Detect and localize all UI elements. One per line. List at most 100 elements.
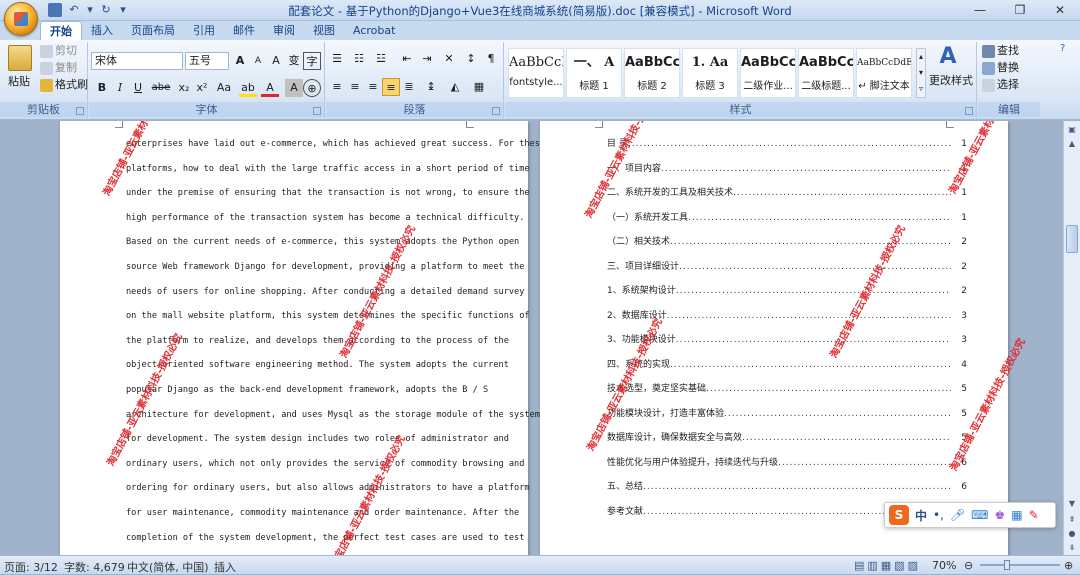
line-spacing-icon[interactable]: ↨ — [422, 78, 440, 96]
increase-indent-icon[interactable]: ⇥ — [418, 50, 436, 68]
style-level2-assignment[interactable]: AaBbCcI 二级作业... — [740, 48, 796, 98]
toc-entry[interactable]: 四、系统的实现4 — [607, 360, 967, 371]
enclose-char-button[interactable]: 字 — [303, 52, 321, 70]
decrease-indent-icon[interactable]: ⇤ — [398, 50, 416, 68]
bullets-icon[interactable]: ☰ — [328, 50, 346, 68]
style-fontstyle[interactable]: AaBbCcI fontstyle... — [508, 48, 564, 98]
chinese-layout-icon[interactable]: ✕ — [440, 50, 458, 68]
ime-settings-icon[interactable]: ✎ — [1029, 508, 1039, 522]
show-marks-icon[interactable]: ¶ — [482, 50, 500, 68]
tab-references[interactable]: 引用 — [184, 21, 224, 40]
minimize-button[interactable]: — — [960, 0, 1000, 20]
toc-entry[interactable]: 五、总结 6 — [607, 482, 967, 493]
font-size-select[interactable]: 五号 — [185, 52, 229, 70]
align-left-icon[interactable]: ≡ — [328, 78, 346, 96]
styles-launcher-icon[interactable] — [965, 107, 973, 115]
scroll-thumb[interactable] — [1066, 225, 1078, 253]
zoom-slider[interactable] — [980, 564, 1060, 566]
toc-entry[interactable]: 1、系统架构设计 2 — [607, 286, 967, 297]
style-footnote-text[interactable]: AaBbCcDdEe ↵ 脚注文本 — [856, 48, 912, 98]
skin-icon[interactable]: ♚ — [994, 508, 1005, 522]
styles-scroll-icon[interactable]: ▴ ▾ ▿ — [916, 48, 926, 98]
toc-entry[interactable]: 技术选型，奠定坚实基础5 — [607, 384, 967, 395]
clipboard-launcher-icon[interactable] — [76, 107, 84, 115]
numbering-icon[interactable]: ☷ — [350, 50, 368, 68]
find-button[interactable]: 查找 — [982, 44, 1019, 58]
subscript-button[interactable]: x₂ — [175, 79, 193, 97]
zoom-slider-thumb[interactable] — [1004, 560, 1010, 570]
toc-entry[interactable]: 二、系统开发的工具及相关技术1 — [607, 188, 967, 199]
cut-button[interactable]: 剪切 — [40, 44, 77, 58]
format-painter-button[interactable]: 格式刷 — [40, 78, 88, 92]
tab-page-layout[interactable]: 页面布局 — [122, 21, 184, 40]
toc-entry[interactable]: 性能优化与用户体验提升，持续迭代与升级6 — [607, 458, 967, 469]
redo-icon[interactable]: ↻ — [97, 2, 115, 18]
tab-mailings[interactable]: 邮件 — [224, 21, 264, 40]
paste-icon[interactable] — [8, 45, 32, 71]
help-icon[interactable]: ? — [1060, 42, 1065, 56]
align-right-icon[interactable]: ≡ — [364, 78, 382, 96]
zoom-in-icon[interactable]: ⊕ — [1064, 559, 1073, 572]
toc-entry[interactable]: 功能模块设计，打造丰富体验 5 — [607, 409, 967, 420]
justify-icon[interactable]: ≡ — [382, 78, 400, 96]
copy-button[interactable]: 复制 — [40, 61, 77, 75]
view-buttons[interactable]: ▤▥▦▧▨ — [854, 559, 921, 572]
italic-button[interactable]: I — [111, 79, 129, 97]
change-styles-icon[interactable]: A — [935, 44, 961, 70]
browse-object-icon[interactable]: ● — [1065, 527, 1079, 541]
underline-button[interactable]: U — [129, 79, 147, 97]
tab-view[interactable]: 视图 — [304, 21, 344, 40]
font-name-select[interactable]: 宋体 — [91, 52, 183, 70]
distribute-icon[interactable]: ≣ — [400, 78, 418, 96]
paragraph-launcher-icon[interactable] — [492, 107, 500, 115]
shading-icon[interactable]: ◭ — [446, 78, 464, 96]
superscript-button[interactable]: x² — [193, 79, 211, 97]
paste-button[interactable]: 粘贴 — [8, 75, 30, 89]
highlight-button[interactable]: ab — [239, 79, 257, 97]
insert-mode-indicator[interactable]: 插入 — [214, 559, 236, 575]
prev-page-icon[interactable]: ⇞ — [1065, 513, 1079, 527]
toc-entry[interactable]: 三、项目详细设计 2 — [607, 262, 967, 273]
word-count[interactable]: 字数: 4,679 — [64, 559, 125, 575]
toc-entry[interactable]: 3、功能模块设计3 — [607, 335, 967, 346]
change-case-button[interactable]: Aa — [213, 79, 235, 97]
strikethrough-button[interactable]: abe — [149, 79, 173, 97]
tab-insert[interactable]: 插入 — [82, 21, 122, 40]
style-heading-2[interactable]: AaBbCc 标题 2 — [624, 48, 680, 98]
replace-button[interactable]: 替换 — [982, 61, 1019, 75]
sogou-logo-icon[interactable]: S — [889, 505, 909, 525]
shrink-font-button[interactable]: A — [249, 52, 267, 70]
align-center-icon[interactable]: ≡ — [346, 78, 364, 96]
undo-dropdown-icon[interactable]: ▾ — [86, 2, 94, 18]
toc-entry[interactable]: 数据库设计，确保数据安全与高效5 — [607, 433, 967, 444]
sort-icon[interactable]: ↕ — [462, 50, 480, 68]
multilevel-list-icon[interactable]: ☳ — [372, 50, 390, 68]
close-button[interactable]: ✕ — [1040, 0, 1080, 20]
grow-font-button[interactable]: A — [231, 52, 249, 70]
tab-review[interactable]: 审阅 — [264, 21, 304, 40]
font-color-button[interactable]: A — [261, 79, 279, 97]
toc-entry[interactable]: （一）系统开发工具 1 — [607, 213, 967, 224]
borders-icon[interactable]: ▦ — [470, 78, 488, 96]
font-launcher-icon[interactable] — [313, 107, 321, 115]
zoom-level[interactable]: 70% — [932, 559, 956, 572]
zoom-out-icon[interactable]: ⊖ — [964, 559, 973, 572]
style-level2-title[interactable]: AaBbCcI 二级标题... — [798, 48, 854, 98]
language-indicator[interactable]: 中文(简体, 中国) — [127, 559, 209, 575]
select-button[interactable]: 选择 — [982, 78, 1019, 92]
toc-entry[interactable]: 目 录1 — [607, 139, 967, 150]
undo-icon[interactable]: ↶ — [65, 2, 83, 18]
save-icon[interactable] — [48, 3, 62, 17]
ime-punctuation-toggle[interactable]: •, — [933, 508, 944, 522]
page-indicator[interactable]: 页面: 3/12 — [4, 559, 58, 575]
next-page-icon[interactable]: ⇟ — [1065, 541, 1079, 555]
tab-home[interactable]: 开始 — [40, 21, 82, 40]
toc-entry[interactable]: 一、项目内容1 — [607, 164, 967, 175]
office-button[interactable] — [4, 2, 38, 36]
char-border-button[interactable]: ⊕ — [303, 79, 321, 97]
customize-qat-icon[interactable]: ▾ — [118, 2, 128, 18]
keyboard-icon[interactable]: ⌨ — [971, 508, 988, 522]
scroll-up-icon[interactable]: ▲ — [1065, 137, 1079, 151]
style-heading-1[interactable]: 一、 A 标题 1 — [566, 48, 622, 98]
char-shading-button[interactable]: A — [285, 79, 303, 97]
